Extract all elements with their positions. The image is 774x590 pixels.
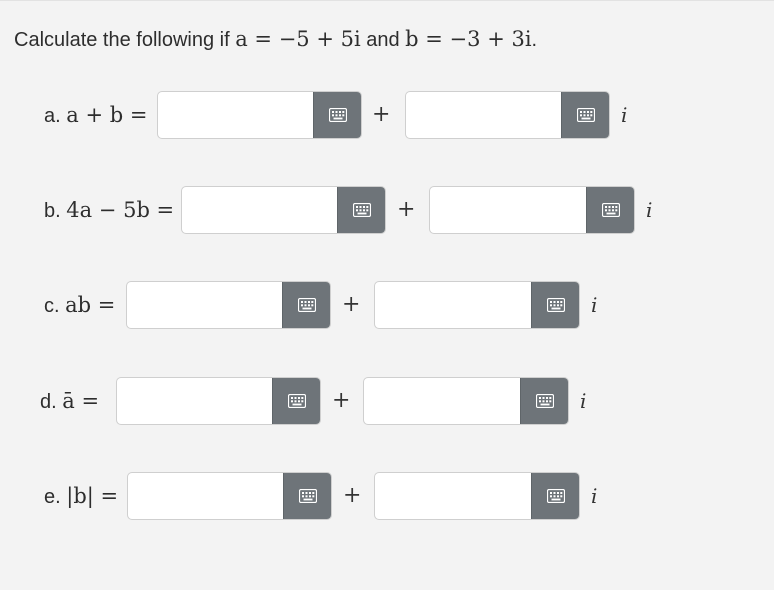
part-a-real-keyboard-button[interactable] (313, 92, 361, 138)
part-d-letter: d. (40, 391, 57, 413)
part-d-imag-answer (363, 377, 569, 425)
a-definition: a = −5 + 5i (235, 27, 361, 51)
keyboard-icon (287, 394, 306, 408)
part-d-real-keyboard-button[interactable] (272, 378, 320, 424)
part-e-imag-answer (374, 472, 580, 520)
part-a-row: a. a + b = + i (0, 91, 774, 139)
part-e-letter: e. (44, 486, 61, 508)
part-c-label: c. ab = (44, 291, 115, 320)
part-b-real-keyboard-button[interactable] (337, 187, 385, 233)
part-e-row: e. |b| = + i (0, 472, 774, 520)
part-c-letter: c. (44, 295, 60, 317)
part-c-real-keyboard-button[interactable] (282, 282, 330, 328)
part-e-real-input[interactable] (128, 473, 286, 519)
keyboard-icon (352, 203, 371, 217)
part-c-imag-input[interactable] (375, 282, 533, 328)
part-c-imaginary-unit: i (591, 293, 598, 317)
part-e-real-keyboard-button[interactable] (283, 473, 331, 519)
part-e-expression: |b| = (66, 484, 119, 508)
part-a-plus-sign: + (372, 102, 391, 127)
keyboard-icon (298, 489, 317, 503)
part-c-real-input[interactable] (127, 282, 285, 328)
part-d-plus-sign: + (332, 388, 351, 413)
part-a-real-input[interactable] (158, 92, 316, 138)
part-b-label: b. 4a − 5b = (44, 196, 174, 225)
question-suffix: . (531, 29, 538, 51)
page: Calculate the following if a = −5 + 5i a… (0, 0, 774, 590)
question-conjunction: and (360, 29, 406, 51)
part-a-imaginary-unit: i (621, 103, 628, 127)
part-e-plus-sign: + (343, 483, 362, 508)
part-d-imaginary-unit: i (580, 389, 587, 413)
part-b-row: b. 4a − 5b = + i (0, 186, 774, 234)
part-b-plus-sign: + (397, 197, 416, 222)
part-d-label: d. ā = (40, 387, 99, 416)
part-a-label: a. a + b = (44, 101, 147, 130)
part-b-imag-keyboard-button[interactable] (586, 187, 634, 233)
part-a-real-answer (157, 91, 362, 139)
keyboard-icon (297, 298, 316, 312)
part-e-imaginary-unit: i (591, 484, 598, 508)
part-b-imag-input[interactable] (430, 187, 588, 233)
b-definition: b = −3 + 3i (405, 27, 532, 51)
part-a-imag-input[interactable] (406, 92, 564, 138)
part-c-expression: ab = (65, 293, 116, 317)
part-c-plus-sign: + (342, 292, 361, 317)
part-d-imag-keyboard-button[interactable] (520, 378, 568, 424)
question-text: Calculate the following if a = −5 + 5i a… (14, 25, 537, 54)
part-c-imag-keyboard-button[interactable] (531, 282, 579, 328)
part-d-expression: ā = (62, 389, 100, 413)
question-prefix: Calculate the following if (14, 29, 236, 51)
part-e-label: e. |b| = (44, 482, 118, 511)
part-b-real-answer (181, 186, 386, 234)
part-e-imag-keyboard-button[interactable] (531, 473, 579, 519)
part-c-row: c. ab = + i (0, 281, 774, 329)
part-d-row: d. ā = + i (0, 377, 774, 425)
part-c-real-answer (126, 281, 331, 329)
keyboard-icon (546, 298, 565, 312)
part-e-imag-input[interactable] (375, 473, 533, 519)
part-b-imag-answer (429, 186, 635, 234)
part-e-real-answer (127, 472, 332, 520)
part-b-real-input[interactable] (182, 187, 340, 233)
keyboard-icon (576, 108, 595, 122)
part-b-letter: b. (44, 200, 61, 222)
keyboard-icon (546, 489, 565, 503)
part-b-imaginary-unit: i (646, 198, 653, 222)
part-d-imag-input[interactable] (364, 378, 522, 424)
part-a-letter: a. (44, 105, 61, 127)
part-a-expression: a + b = (66, 103, 148, 127)
keyboard-icon (535, 394, 554, 408)
part-a-imag-answer (405, 91, 610, 139)
part-b-expression: 4a − 5b = (66, 198, 175, 222)
keyboard-icon (328, 108, 347, 122)
part-d-real-input[interactable] (117, 378, 275, 424)
part-c-imag-answer (374, 281, 580, 329)
part-d-real-answer (116, 377, 321, 425)
keyboard-icon (601, 203, 620, 217)
part-a-imag-keyboard-button[interactable] (561, 92, 609, 138)
